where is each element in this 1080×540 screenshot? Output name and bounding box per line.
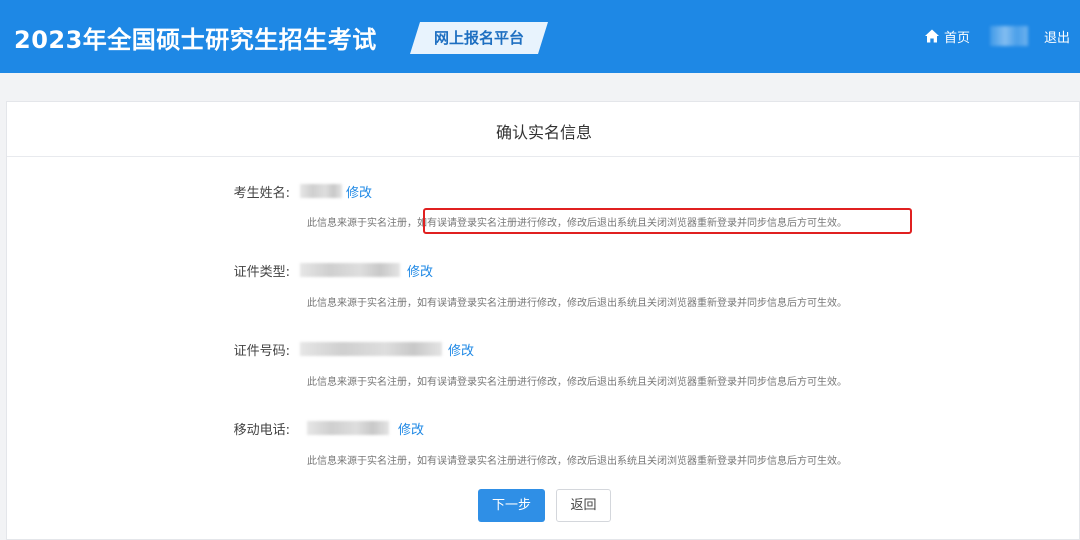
edit-name-link[interactable]: 修改 xyxy=(346,182,372,201)
field-hint-id-number: 此信息来源于实名注册，如有误请登录实名注册进行修改，修改后退出系统且关闭浏览器重… xyxy=(307,377,847,388)
field-value-name-masked xyxy=(300,184,342,198)
field-value-id-type-masked xyxy=(300,263,400,277)
field-label-name: 考生姓名: xyxy=(233,186,290,201)
next-step-button[interactable]: 下一步 xyxy=(478,489,545,522)
hint-highlight-box xyxy=(423,208,912,234)
platform-badge: 网上报名平台 xyxy=(410,22,548,54)
edit-id-type-link[interactable]: 修改 xyxy=(407,261,433,280)
back-button[interactable]: 返回 xyxy=(556,489,611,522)
field-label-id-number: 证件号码: xyxy=(233,344,290,359)
edit-mobile-link[interactable]: 修改 xyxy=(398,419,424,438)
field-value-mobile-masked xyxy=(307,421,389,435)
edit-id-number-link[interactable]: 修改 xyxy=(448,340,474,359)
platform-label: 网上报名平台 xyxy=(433,29,524,47)
home-icon xyxy=(925,29,939,43)
nav-home-link[interactable]: 首页 xyxy=(924,27,970,46)
field-label-id-type: 证件类型: xyxy=(233,265,290,280)
logout-link[interactable]: 退出 xyxy=(1044,27,1070,46)
nav-home-label[interactable]: 首页 xyxy=(944,27,970,46)
field-value-id-number-masked xyxy=(300,342,442,356)
site-title: 2023年全国硕士研究生招生考试 xyxy=(14,26,377,54)
confirm-info-card: 确认实名信息 考生姓名: 修改 此信息来源于实名注册，如有误请登录实名注册进行修… xyxy=(6,101,1080,540)
field-hint-id-type: 此信息来源于实名注册，如有误请登录实名注册进行修改，修改后退出系统且关闭浏览器重… xyxy=(307,298,847,309)
page-title: 确认实名信息 xyxy=(495,123,592,142)
field-hint-mobile: 此信息来源于实名注册，如有误请登录实名注册进行修改，修改后退出系统且关闭浏览器重… xyxy=(307,456,847,467)
field-label-mobile: 移动电话: xyxy=(233,423,290,438)
card-title-bar: 确认实名信息 xyxy=(7,102,1080,157)
user-name-masked xyxy=(990,26,1028,46)
top-header: 2023年全国硕士研究生招生考试 网上报名平台 首页 退出 xyxy=(0,0,1080,73)
